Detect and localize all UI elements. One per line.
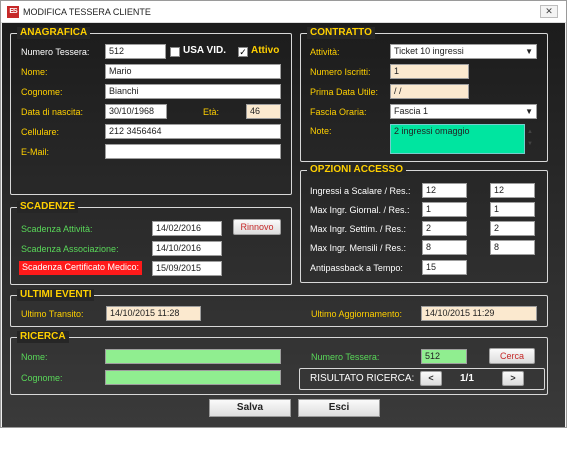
- email-label: E-Mail:: [21, 147, 50, 157]
- email-field[interactable]: [105, 144, 281, 159]
- attivita-label: Attività:: [310, 47, 340, 57]
- attivita-select-value: Ticket 10 ingressi: [394, 46, 464, 56]
- numero-tessera-label: Numero Tessera:: [21, 47, 90, 57]
- cognome-field[interactable]: Bianchi: [105, 84, 281, 99]
- ultimi-eventi-title: ULTIMI EVENTI: [17, 289, 95, 301]
- opzione-label: Ingressi a Scalare / Res.:: [310, 186, 411, 196]
- attivo-label: Attivo: [251, 45, 280, 56]
- ultimo-aggiornamento-field: 14/10/2015 11:29: [421, 306, 537, 321]
- scadenza-attivita-field[interactable]: 14/02/2016: [152, 221, 222, 236]
- ultimo-transito-label: Ultimo Transito:: [21, 309, 84, 319]
- numero-tessera-field[interactable]: 512: [105, 44, 166, 59]
- cellulare-field[interactable]: 212 3456464: [105, 124, 281, 139]
- ricerca-cognome-label: Cognome:: [21, 373, 63, 383]
- fascia-select[interactable]: Fascia 1 ▼: [390, 104, 537, 119]
- data-nascita-label: Data di nascita:: [21, 107, 84, 117]
- prima-data-field[interactable]: / /: [390, 84, 469, 99]
- eta-label: Età:: [203, 107, 220, 117]
- ultimo-transito-field: 14/10/2015 11:28: [106, 306, 201, 321]
- eta-field: 46: [246, 104, 281, 119]
- opzione-label: Max Ingr. Giornal. / Res.:: [310, 205, 410, 215]
- opzione-value-field[interactable]: 8: [422, 240, 467, 255]
- antipassback-field[interactable]: 15: [422, 260, 467, 275]
- contratto-panel: CONTRATTO Attività: Ticket 10 ingressi ▼…: [300, 27, 548, 162]
- attivita-select[interactable]: Ticket 10 ingressi ▼: [390, 44, 537, 59]
- cerca-button[interactable]: Cerca: [489, 348, 535, 364]
- usa-vid-checkbox[interactable]: [170, 47, 180, 57]
- close-icon[interactable]: ✕: [540, 5, 558, 18]
- scadenze-title: SCADENZE: [17, 201, 79, 213]
- ricerca-title: RICERCA: [17, 331, 69, 343]
- opzione-residuo-field[interactable]: 12: [490, 183, 535, 198]
- note-textarea[interactable]: 2 ingressi omaggio: [390, 124, 525, 154]
- opzioni-accesso-panel: OPZIONI ACCESSO Ingressi a Scalare / Res…: [300, 164, 548, 283]
- scadenza-associazione-field[interactable]: 14/10/2016: [152, 241, 222, 256]
- scadenza-certificato-label: Scadenza Certificato Medico:: [19, 261, 143, 275]
- opzione-value-field[interactable]: 1: [422, 202, 467, 217]
- cognome-label: Cognome:: [21, 87, 63, 97]
- ultimi-eventi-panel: ULTIMI EVENTI Ultimo Transito: 14/10/201…: [10, 289, 548, 327]
- nome-label: Nome:: [21, 67, 48, 77]
- numero-iscritti-field[interactable]: 1: [390, 64, 469, 79]
- title-bar: ES MODIFICA TESSERA CLIENTE ✕: [1, 1, 566, 23]
- opzione-residuo-field[interactable]: 8: [490, 240, 535, 255]
- risultato-ricerca-box: RISULTATO RICERCA: < 1/1 >: [299, 368, 545, 390]
- data-nascita-field[interactable]: 30/10/1968: [105, 104, 167, 119]
- app-icon: ES: [7, 6, 19, 18]
- opzione-label: Max Ingr. Settim. / Res.:: [310, 224, 407, 234]
- window-title: MODIFICA TESSERA CLIENTE: [23, 7, 151, 17]
- scadenza-certificato-field[interactable]: 15/09/2015: [152, 261, 222, 276]
- cellulare-label: Cellulare:: [21, 127, 60, 137]
- attivo-checkbox[interactable]: ✓: [238, 47, 248, 57]
- ricerca-nome-field[interactable]: [105, 349, 281, 364]
- fascia-select-value: Fascia 1: [394, 106, 429, 116]
- salva-button[interactable]: Salva: [209, 399, 291, 417]
- chevron-down-icon: ▼: [525, 107, 533, 116]
- usa-vid-label: USA VID.: [183, 45, 226, 56]
- opzione-label: Max Ingr. Mensili / Res.:: [310, 243, 407, 253]
- opzione-value-field[interactable]: 2: [422, 221, 467, 236]
- numero-iscritti-label: Numero Iscritti:: [310, 67, 371, 77]
- opzioni-accesso-title: OPZIONI ACCESSO: [307, 164, 406, 176]
- prev-result-button[interactable]: <: [420, 371, 442, 386]
- risultato-ricerca-label: RISULTATO RICERCA:: [310, 373, 415, 384]
- anagrafica-panel: ANAGRAFICA Numero Tessera: 512 USA VID. …: [10, 27, 292, 195]
- note-scrollbar[interactable]: ▲ ▼: [527, 126, 545, 150]
- ricerca-panel: RICERCA Nome: Cognome: Numero Tessera: 5…: [10, 331, 548, 395]
- opzione-residuo-field[interactable]: 2: [490, 221, 535, 236]
- fascia-label: Fascia Oraria:: [310, 107, 367, 117]
- opzione-residuo-field[interactable]: 1: [490, 202, 535, 217]
- note-text: 2 ingressi omaggio: [394, 126, 470, 136]
- ultimo-aggiornamento-label: Ultimo Aggiornamento:: [311, 309, 403, 319]
- nome-field[interactable]: Mario: [105, 64, 281, 79]
- ricerca-numero-tessera-field[interactable]: 512: [421, 349, 467, 364]
- ricerca-cognome-field[interactable]: [105, 370, 281, 385]
- scadenza-associazione-label: Scadenza Associazione:: [21, 244, 119, 254]
- anagrafica-title: ANAGRAFICA: [17, 27, 91, 39]
- scadenze-panel: SCADENZE Scadenza Attività: 14/02/2016 R…: [10, 201, 292, 285]
- client-area: ANAGRAFICA Numero Tessera: 512 USA VID. …: [2, 23, 565, 427]
- ricerca-numero-tessera-label: Numero Tessera:: [311, 352, 380, 362]
- antipassback-label: Antipassback a Tempo:: [310, 263, 403, 273]
- prima-data-label: Prima Data Utile:: [310, 87, 379, 97]
- chevron-down-icon: ▼: [525, 47, 533, 56]
- opzione-value-field[interactable]: 12: [422, 183, 467, 198]
- window: ES MODIFICA TESSERA CLIENTE ✕ ANAGRAFICA…: [0, 0, 567, 428]
- rinnovo-button[interactable]: Rinnovo: [233, 219, 281, 235]
- contratto-title: CONTRATTO: [307, 27, 375, 39]
- note-label: Note:: [310, 126, 332, 136]
- esci-button[interactable]: Esci: [298, 399, 380, 417]
- ricerca-nome-label: Nome:: [21, 352, 48, 362]
- pagination-label: 1/1: [460, 373, 474, 384]
- next-result-button[interactable]: >: [502, 371, 524, 386]
- scadenza-attivita-label: Scadenza Attività:: [21, 224, 93, 234]
